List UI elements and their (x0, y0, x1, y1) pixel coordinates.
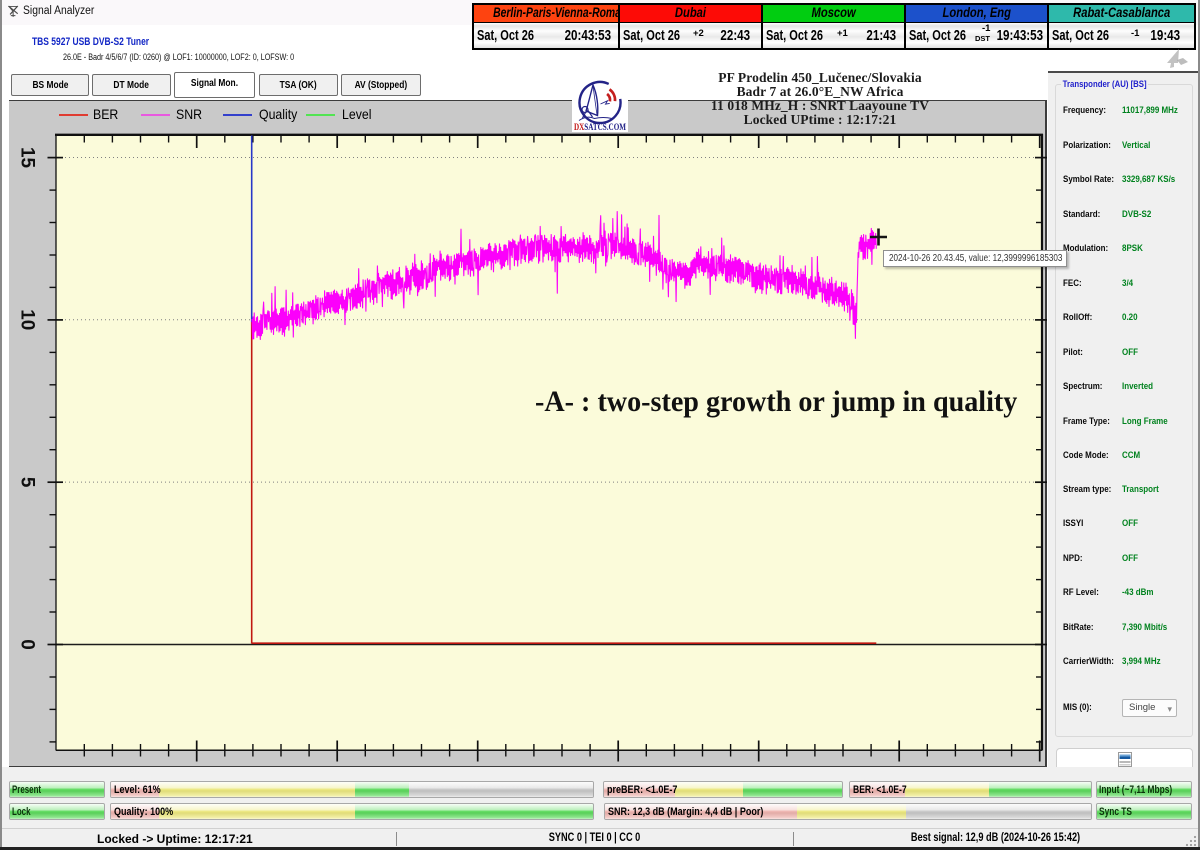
svg-text:10: 10 (17, 309, 38, 330)
svg-text:15: 15 (17, 147, 38, 169)
svg-text:0: 0 (17, 639, 38, 650)
svg-text:5: 5 (17, 477, 38, 488)
svg-text:DXSATCS.COM: DXSATCS.COM (574, 122, 626, 132)
